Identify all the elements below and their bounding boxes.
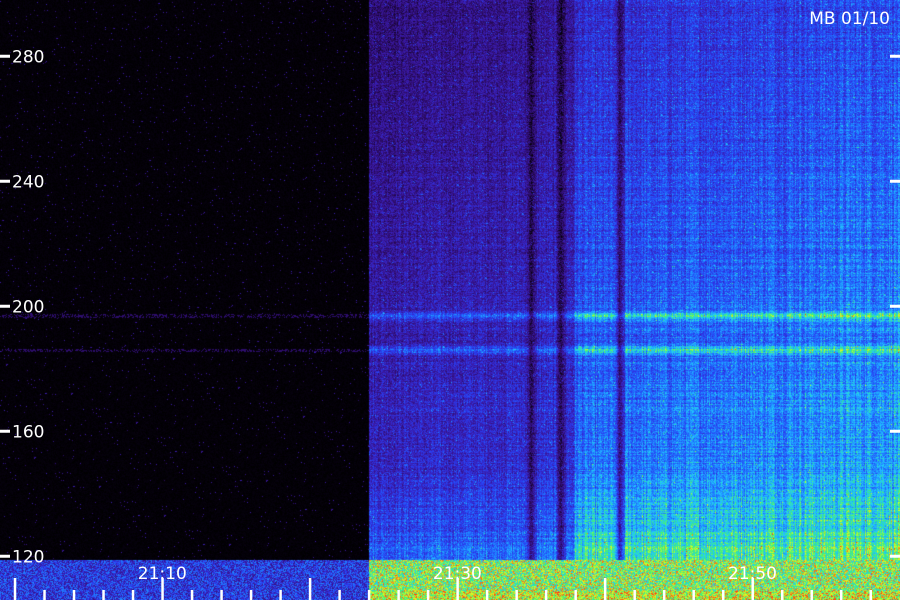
x-axis: 21:10 21:30 21:50 <box>13 564 872 600</box>
y-tick-mark-left <box>0 54 10 58</box>
x-tick-label: 21:50 <box>728 564 777 584</box>
y-tick-label: 160 <box>12 422 44 442</box>
y-tick-label: 200 <box>12 297 44 317</box>
y-tick-mark-left <box>0 554 10 558</box>
y-tick-label: 120 <box>12 547 44 567</box>
y-tick-mark-right <box>890 179 900 183</box>
x-tick-label: 21:10 <box>138 564 187 584</box>
y-axis-right <box>890 54 900 558</box>
y-tick-mark-left <box>0 179 10 183</box>
x-tick-major <box>603 578 607 600</box>
x-tick-minor <box>869 590 872 600</box>
x-tick-minor <box>515 590 518 600</box>
y-tick-label: 280 <box>12 47 44 67</box>
x-tick-minor <box>692 590 695 600</box>
x-tick-minor <box>338 590 341 600</box>
x-tick-minor <box>662 590 666 600</box>
x-tick-minor <box>397 590 400 600</box>
x-tick-minor <box>780 590 784 600</box>
x-tick-label: 21:30 <box>433 564 482 584</box>
y-tick-mark-right <box>890 554 900 558</box>
y-tick-label: 240 <box>12 172 44 192</box>
y-tick-mark-right <box>890 304 900 308</box>
x-tick-minor <box>131 590 135 600</box>
y-tick-mark-left <box>0 304 10 308</box>
x-tick-minor <box>367 590 371 600</box>
y-axis-left: 280 240 200 160 120 <box>0 47 44 567</box>
x-tick-minor <box>633 590 636 600</box>
x-tick-minor <box>220 590 223 600</box>
x-tick-minor <box>190 590 194 600</box>
x-tick-minor <box>102 590 105 600</box>
x-tick-minor <box>839 590 843 600</box>
x-tick-minor <box>426 590 430 600</box>
y-tick-mark-left <box>0 429 10 433</box>
x-tick-minor <box>544 590 548 600</box>
station-date-stamp: MB 01/10 <box>809 9 890 29</box>
y-tick-mark-right <box>890 429 900 433</box>
x-tick-minor <box>249 590 253 600</box>
y-tick-mark-right <box>890 54 900 58</box>
x-tick-minor <box>279 590 282 600</box>
x-tick-minor <box>721 590 725 600</box>
x-tick-minor <box>72 590 76 600</box>
x-tick-minor <box>43 590 46 600</box>
x-tick-minor <box>810 590 813 600</box>
x-tick-minor <box>485 590 489 600</box>
x-tick-minor <box>574 590 577 600</box>
x-tick-major <box>308 578 312 600</box>
spectrogram-overlay: 280 240 200 160 120 21:10 21:30 21:50 MB 01/10 <box>0 9 900 600</box>
x-tick-major <box>13 578 17 600</box>
